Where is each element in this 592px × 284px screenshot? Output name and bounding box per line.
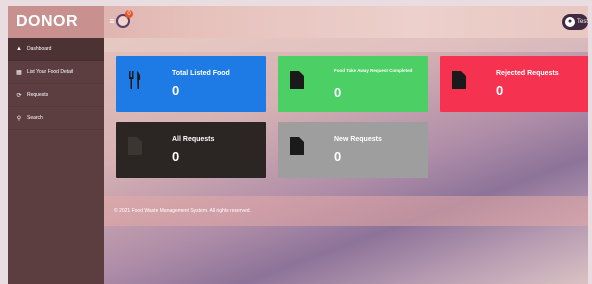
card-label: New Requests (334, 136, 382, 143)
sidebar: ▲ Dashboard ▦ List Your Food Detail ⟳ Re… (8, 38, 104, 284)
card-value: 0 (496, 83, 504, 98)
requests-icon: ⟳ (16, 92, 22, 99)
list-icon: ▦ (16, 69, 22, 76)
main-content: Total Listed Food 0 Food Take Away Reque… (104, 38, 588, 284)
card-label: Rejected Requests (496, 70, 559, 77)
card-value: 0 (334, 85, 342, 100)
brand-logo[interactable]: DONOR (8, 6, 104, 38)
sidebar-item-search[interactable]: ⚲ Search (8, 107, 104, 130)
search-icon: ⚲ (16, 115, 22, 122)
card-value: 0 (334, 149, 342, 164)
card-new-requests[interactable]: New Requests 0 (278, 122, 428, 178)
card-label: All Requests (172, 136, 215, 143)
footer: © 2021 Food Waste Management System. All… (104, 196, 588, 226)
content-header-strip (104, 38, 588, 52)
file-icon (290, 137, 304, 155)
file-icon (290, 71, 304, 89)
notification-badge: 0 (125, 10, 133, 18)
card-total-listed-food[interactable]: Total Listed Food 0 (116, 56, 266, 112)
user-name: Test (577, 19, 588, 25)
card-rejected-requests[interactable]: Rejected Requests 0 (440, 56, 588, 112)
card-label: Food Take Away Request Completed (334, 68, 413, 73)
utensils-icon (129, 71, 141, 89)
file-icon (452, 71, 466, 89)
card-value: 0 (172, 83, 180, 98)
sidebar-item-label: List Your Food Detail (27, 69, 74, 75)
sidebar-item-requests[interactable]: ⟳ Requests (8, 84, 104, 107)
app-window: DONOR ≡ 0 ● Test ▲ Dashboard ▦ List Your… (8, 6, 588, 284)
card-label: Total Listed Food (172, 70, 230, 77)
sidebar-item-label: Requests (27, 92, 49, 98)
card-all-requests[interactable]: All Requests 0 (116, 122, 266, 178)
sidebar-item-list-food[interactable]: ▦ List Your Food Detail (8, 61, 104, 84)
sidebar-item-dashboard[interactable]: ▲ Dashboard (8, 38, 104, 61)
card-food-take-away-completed[interactable]: Food Take Away Request Completed 0 (278, 56, 428, 112)
dashboard-icon: ▲ (16, 46, 22, 52)
hamburger-icon[interactable]: ≡ (108, 16, 116, 26)
user-menu[interactable]: ● Test (562, 14, 588, 30)
file-icon (128, 137, 142, 155)
sidebar-item-label: Search (27, 115, 43, 121)
user-icon: ● (565, 17, 575, 27)
top-bar: DONOR ≡ 0 ● Test (8, 6, 588, 38)
card-value: 0 (172, 149, 180, 164)
sidebar-item-label: Dashboard (27, 46, 52, 52)
